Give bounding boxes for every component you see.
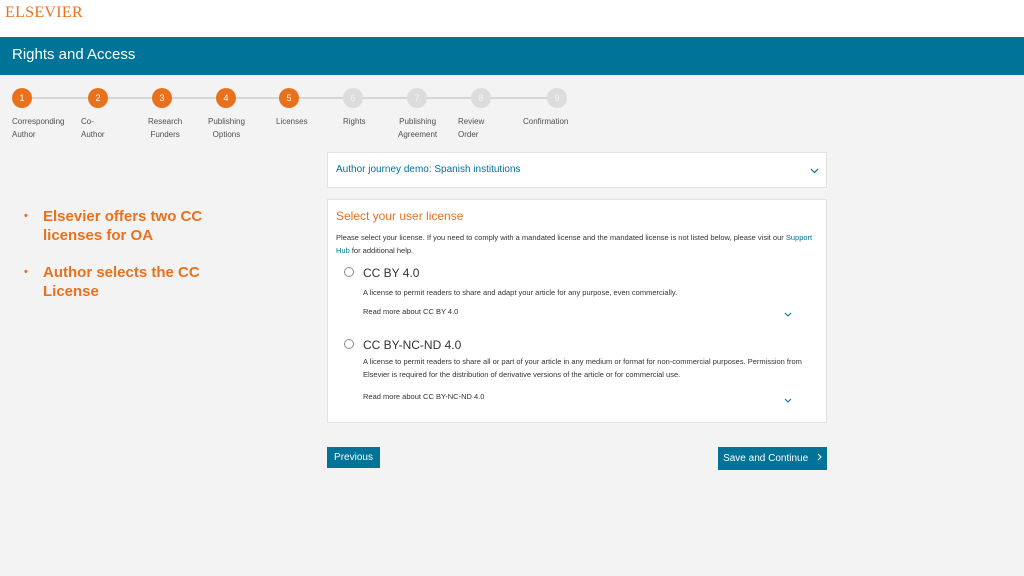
- save-button-label: Save and Continue: [723, 453, 809, 465]
- annotation-notes: • Elsevier offers two CC licenses for OA…: [24, 207, 244, 319]
- note-item: • Author selects the CC License: [24, 263, 244, 301]
- license-name: CC BY 4.0: [363, 266, 420, 280]
- license-description: A license to permit readers to share and…: [363, 288, 678, 297]
- bullet-icon: •: [24, 210, 28, 222]
- step-number: 7: [407, 88, 427, 108]
- instructions-text-end: for additional help.: [349, 246, 414, 255]
- radio-button[interactable]: [344, 267, 354, 277]
- step-label: Rights: [343, 117, 366, 126]
- step-label: Publishing Agreement: [398, 117, 438, 139]
- step-number: 6: [343, 88, 363, 108]
- step-number: 4: [216, 88, 236, 108]
- step-number: 9: [547, 88, 567, 108]
- page-title: Rights and Access: [12, 46, 136, 63]
- note-item: • Elsevier offers two CC licenses for OA: [24, 207, 244, 245]
- top-bar: ELSEVIER: [0, 0, 1024, 37]
- license-description: A license to permit readers to share all…: [363, 357, 802, 379]
- license-instructions: Please select your license. If you need …: [336, 231, 820, 257]
- step-label: Research Funders: [148, 117, 183, 139]
- step-label: Corresponding Author: [12, 117, 65, 139]
- note-text: Elsevier offers two CC licenses for OA: [43, 208, 203, 244]
- chevron-right-icon: [817, 447, 822, 470]
- license-section-title: Select your user license: [336, 209, 464, 223]
- license-option-cc-by-nc-nd[interactable]: CC BY-NC-ND 4.0 A license to permit read…: [328, 338, 828, 408]
- chevron-down-icon[interactable]: [784, 309, 792, 320]
- progress-stepper: 1 Corresponding Author 2 Co-Author 3 Rese…: [0, 86, 620, 146]
- step-number: 5: [279, 88, 299, 108]
- step-number: 1: [12, 88, 32, 108]
- step-label: Review Order: [458, 117, 485, 139]
- license-selection-card: Select your user license Please select y…: [327, 199, 827, 423]
- step-number: 3: [152, 88, 172, 108]
- bullet-icon: •: [24, 266, 28, 278]
- note-text: Author selects the CC License: [43, 264, 200, 300]
- step-number: 2: [88, 88, 108, 108]
- elsevier-logo[interactable]: ELSEVIER: [5, 4, 83, 22]
- radio-button[interactable]: [344, 339, 354, 349]
- previous-button[interactable]: Previous: [327, 447, 380, 468]
- chevron-down-icon[interactable]: [784, 395, 792, 406]
- license-option-cc-by[interactable]: CC BY 4.0 A license to permit readers to…: [328, 266, 828, 326]
- journey-title: Author journey demo: Spanish institution…: [336, 164, 521, 175]
- step-label: Confirmation: [523, 117, 569, 126]
- read-more-link[interactable]: Read more about CC BY-NC-ND 4.0: [363, 392, 484, 401]
- license-name: CC BY-NC-ND 4.0: [363, 338, 462, 352]
- step-label: Co-Author: [81, 117, 105, 139]
- step-label: Publishing Options: [208, 117, 245, 139]
- journey-accordion[interactable]: Author journey demo: Spanish institution…: [327, 152, 827, 188]
- step-number: 8: [471, 88, 491, 108]
- save-and-continue-button[interactable]: Save and Continue: [718, 447, 827, 470]
- instructions-text: Please select your license. If you need …: [336, 233, 786, 242]
- read-more-link[interactable]: Read more about CC BY 4.0: [363, 307, 458, 316]
- page-banner: Rights and Access: [0, 37, 1024, 75]
- chevron-down-icon[interactable]: [810, 166, 819, 177]
- step-label: Licenses: [276, 117, 308, 126]
